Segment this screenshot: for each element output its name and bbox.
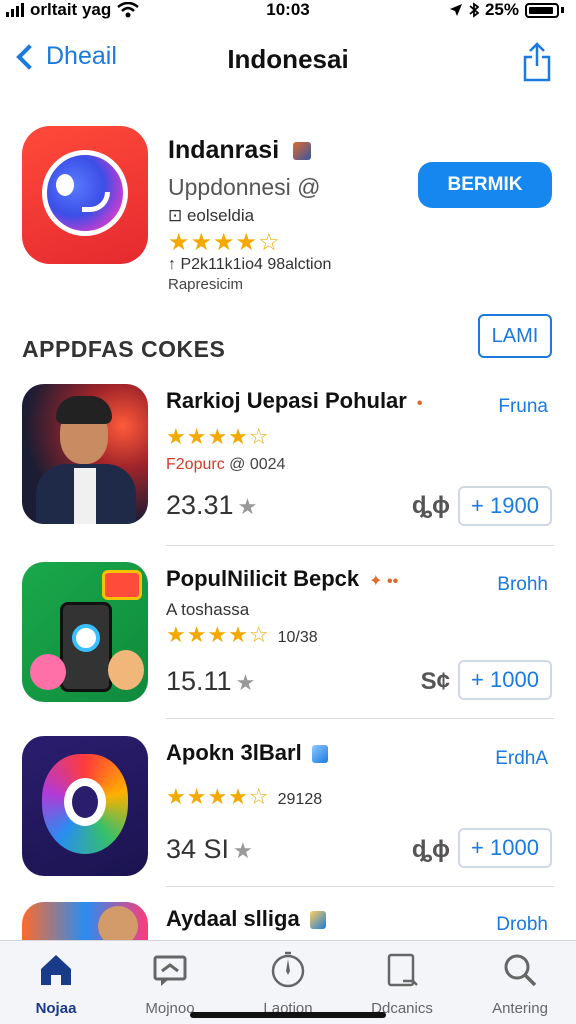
app-meta-secondary: Rapresicim [168, 276, 244, 293]
divider [166, 886, 554, 887]
add-button[interactable]: + 1000 [458, 660, 552, 700]
app-name-text: Aydaal slliga [166, 906, 300, 931]
app-name-text: PopulNilicit Bepck [166, 566, 360, 591]
app-price: S¢ [420, 668, 450, 695]
app-developer: ⊡ eolseldia [168, 206, 255, 225]
app-rating: 34 SI ★ [166, 834, 253, 865]
tab-documents[interactable]: Ddcanics [354, 951, 450, 1017]
app-rating-value: 23.31 [166, 490, 234, 520]
rating-count: 29128 [277, 791, 323, 808]
tab-messages[interactable]: Mojnoo [122, 951, 218, 1017]
app-rating: 15.11 ★ [166, 666, 255, 697]
sparkle-icon: ✦ •• [369, 573, 399, 590]
home-icon [41, 955, 71, 985]
badge-icon [293, 142, 312, 161]
app-icon [22, 736, 148, 876]
status-bar: orltait yag 10:03 25% [0, 0, 576, 24]
app-name: Rarkioj Uepasi Pohular • [166, 388, 422, 414]
app-tag[interactable]: Drobh [496, 914, 548, 936]
badge-icon [309, 911, 326, 930]
list-item[interactable]: Aydaal slliga Drobh [22, 902, 554, 940]
app-tag[interactable]: Fruna [498, 396, 548, 418]
app-name-text: Rarkioj Uepasi Pohular [166, 388, 407, 413]
tab-label: Nojaa [35, 1000, 77, 1017]
app-rating-stars: ★★★★☆ [166, 424, 270, 449]
star-icon: ★ [237, 494, 258, 519]
tab-location[interactable]: Laotion [240, 951, 336, 1017]
add-button[interactable]: + 1000 [458, 828, 552, 868]
battery-icon [525, 2, 559, 18]
nav-bar: Dheail Indonesai [0, 34, 576, 90]
rating-count: 10/38 [277, 629, 318, 646]
app-name-text: Indanrasi [168, 136, 280, 164]
tab-search[interactable]: Antering [472, 951, 568, 1017]
app-icon [22, 902, 148, 940]
app-rating-value: 15.11 [166, 666, 232, 696]
battery-tip [561, 7, 564, 13]
app-tag[interactable]: Brohh [497, 574, 548, 596]
star-icon: ★ [233, 838, 253, 863]
divider [166, 718, 554, 719]
share-icon[interactable] [522, 42, 552, 82]
star-icon: ★ [235, 670, 256, 695]
location-icon [449, 4, 462, 16]
get-button[interactable]: BERMIK [418, 162, 552, 208]
dot-icon: • [416, 395, 423, 412]
document-icon [387, 953, 418, 987]
app-rating-stars: ★★★★☆ [168, 229, 281, 256]
home-indicator[interactable] [190, 1012, 386, 1018]
app-rating: 23.31 ★ [166, 490, 257, 521]
list-item[interactable]: Rarkioj Uepasi Pohular • Fruna ★★★★☆ F2op… [22, 384, 554, 534]
app-price: ȡɸ [411, 836, 450, 863]
compass-icon [271, 951, 305, 988]
page-title: Indonesai [227, 44, 349, 74]
app-name: PopulNilicit Bepck ✦ •• [166, 566, 398, 592]
stars-text: ★★★★☆ [166, 622, 270, 647]
featured-app[interactable]: Indanrasi Uppdonnesi @ ⊡ eolseldia ★★★★☆… [22, 126, 556, 301]
list-item[interactable]: Apokn 3lBarl ErdhA ★★★★☆ 29128 34 SI ★ ȡɸ … [22, 736, 554, 886]
app-icon [22, 562, 148, 702]
app-meta-red: F2opurc [166, 456, 225, 473]
search-icon [504, 954, 537, 987]
badge-icon [311, 745, 328, 764]
stars-text: ★★★★☆ [166, 784, 270, 809]
app-rating-stars: ★★★★☆ 10/38 [166, 622, 318, 648]
app-logo-icon [22, 126, 148, 264]
app-subtitle: Uppdonnesi @ [168, 174, 321, 200]
section-title: APPDFAS COKES [22, 336, 226, 362]
bluetooth-icon [469, 2, 479, 18]
tab-label: Antering [492, 1000, 548, 1017]
battery-percent: 25% [484, 0, 519, 19]
app-name-text: Apokn 3lBarl [166, 740, 302, 765]
divider [166, 545, 554, 546]
add-button[interactable]: + 1900 [458, 486, 552, 526]
app-price: ȡɸ [411, 492, 450, 519]
see-all-button[interactable]: LAMI [478, 314, 552, 358]
app-name: Apokn 3lBarl [166, 740, 328, 766]
chat-icon [153, 955, 187, 986]
status-right: 25% [449, 0, 564, 20]
list-item[interactable]: PopulNilicit Bepck ✦ •• Brohh A toshassa … [22, 562, 554, 712]
app-meta: F2opurc @ 0024 [166, 456, 285, 474]
app-name: Aydaal slliga [166, 906, 326, 932]
app-subtitle: A toshassa [166, 600, 250, 619]
app-rating-value: 34 SI [166, 834, 230, 864]
app-icon [22, 384, 148, 524]
app-tag[interactable]: ErdhA [495, 748, 548, 770]
app-name: Indanrasi [168, 136, 312, 165]
app-meta-text: @ 0024 [224, 456, 286, 473]
app-meta: ↑ P2k11k1io4 98alction [168, 256, 332, 273]
tab-home[interactable]: Nojaa [8, 951, 104, 1017]
app-rating-stars: ★★★★☆ 29128 [166, 784, 322, 810]
